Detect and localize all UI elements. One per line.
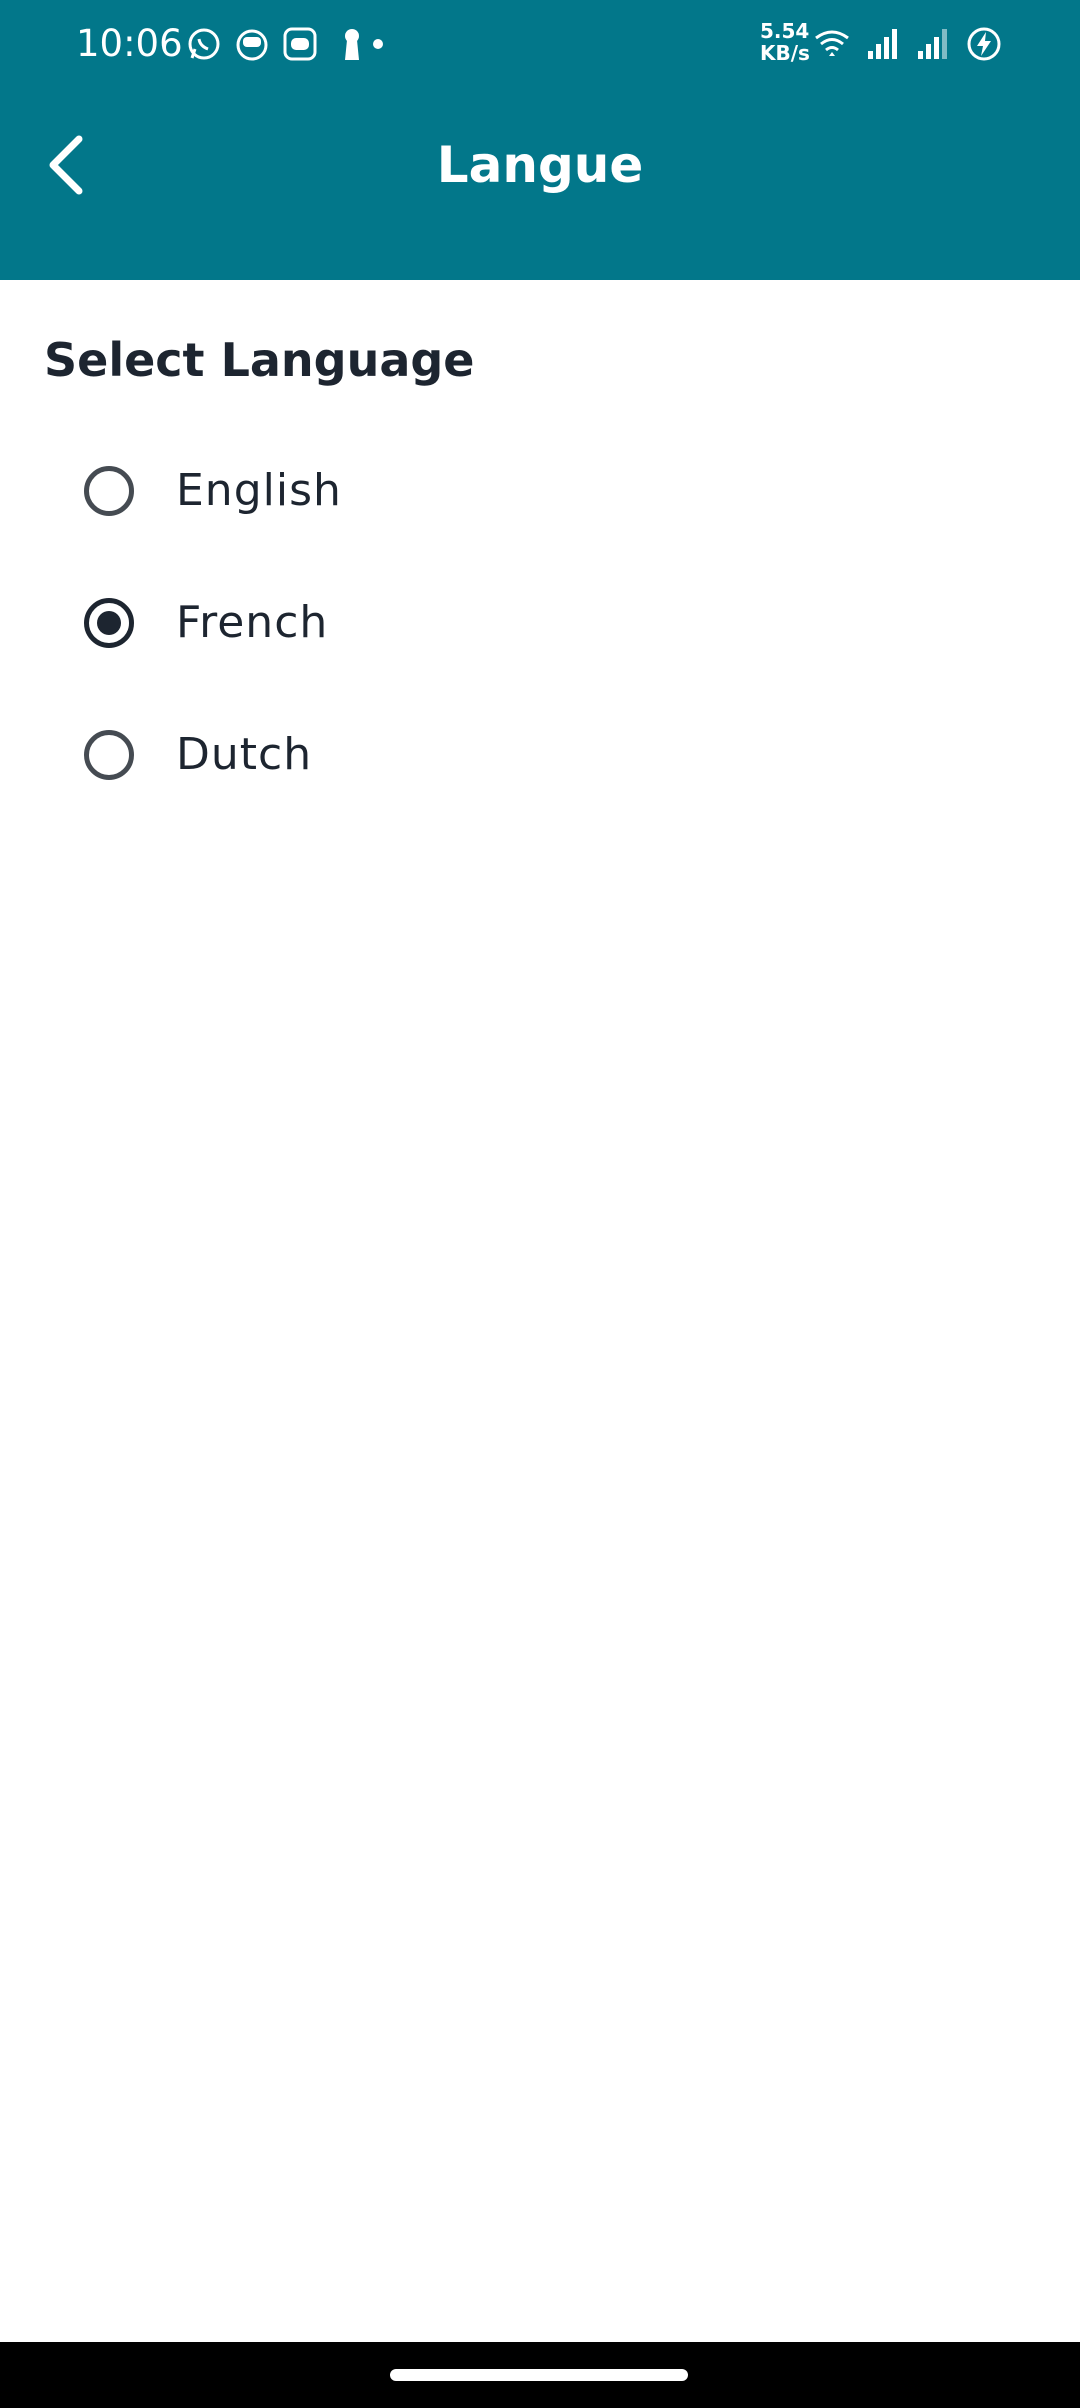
- back-button[interactable]: [20, 120, 110, 210]
- whatsapp-icon: [188, 28, 220, 60]
- network-speed: 5.54 KB/s: [760, 19, 810, 65]
- status-time: 10:06: [76, 22, 183, 65]
- battery-charging-icon: [967, 27, 1001, 61]
- keyhole-icon: [345, 29, 359, 60]
- signal-icon: [918, 29, 947, 59]
- messenger-icon: [236, 29, 268, 61]
- toolbar: Langue: [0, 100, 1080, 230]
- radio-button-english[interactable]: [84, 466, 134, 516]
- language-option-french[interactable]: French: [0, 557, 1080, 689]
- system-nav-bar: [0, 2342, 1080, 2408]
- home-indicator[interactable]: [390, 2369, 688, 2381]
- language-label: English: [176, 465, 342, 516]
- select-language-heading: Select Language: [44, 333, 475, 387]
- wifi-icon: [815, 30, 849, 56]
- app-header: 10:06 5.54 KB/s Langue: [0, 0, 1080, 280]
- language-option-english[interactable]: English: [0, 425, 1080, 557]
- page-title: Langue: [436, 136, 644, 194]
- status-bar: 10:06 5.54 KB/s: [0, 0, 1080, 88]
- radio-button-dutch[interactable]: [84, 730, 134, 780]
- language-option-dutch[interactable]: Dutch: [0, 689, 1080, 821]
- chevron-left-icon: [49, 135, 83, 195]
- cb-app-icon: [283, 27, 317, 61]
- radio-selected-dot: [97, 611, 121, 635]
- language-options: English French Dutch: [0, 425, 1080, 821]
- signal-icon: [868, 29, 897, 59]
- language-label: French: [176, 597, 329, 648]
- dot-icon: [373, 39, 383, 49]
- language-label: Dutch: [176, 729, 313, 780]
- radio-button-french[interactable]: [84, 598, 134, 648]
